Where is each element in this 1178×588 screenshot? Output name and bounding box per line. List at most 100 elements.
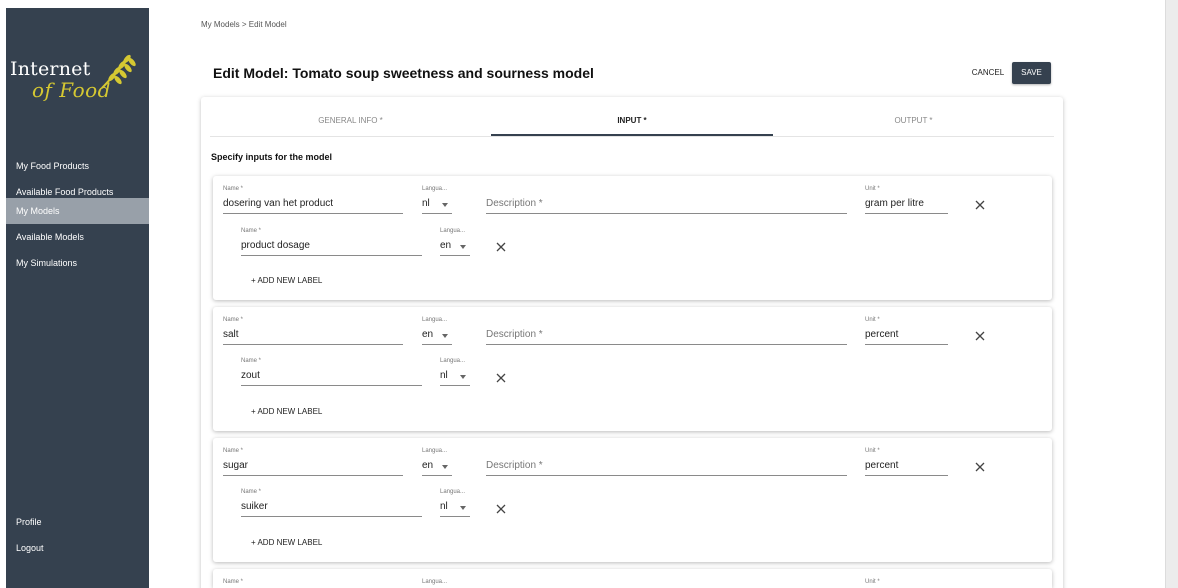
language-select[interactable]: Langua... en (422, 448, 452, 476)
wheat-icon (101, 54, 136, 89)
label-name-field[interactable]: Name * zout (241, 358, 422, 386)
label-language-select-label: Langua... (440, 358, 466, 364)
scrollbar-track[interactable] (1165, 0, 1178, 588)
add-new-label-button[interactable]: + ADD NEW LABEL (251, 538, 322, 547)
field-underline (223, 213, 403, 214)
sidebar-item-my-models[interactable]: My Models (6, 198, 149, 224)
label-name-field[interactable]: Name * product dosage (241, 228, 422, 256)
unit-field[interactable]: Unit * (865, 579, 948, 588)
name-field-label: Name * (223, 579, 244, 585)
description-field-placeholder: Description * (486, 460, 543, 471)
close-icon (496, 504, 506, 514)
label-language-select[interactable]: Langua... en (440, 228, 470, 256)
input-card: Name * dosering van het product Langua..… (213, 176, 1052, 300)
label-language-select[interactable]: Langua... nl (440, 489, 470, 517)
sidebar-item-profile[interactable]: Profile (6, 509, 149, 535)
close-icon (496, 373, 506, 383)
tab-output[interactable]: OUTPUT * (773, 108, 1054, 136)
unit-field[interactable]: Unit * percent (865, 317, 948, 345)
sidebar-item-label: Available Food Products (16, 187, 114, 197)
chevron-down-icon (460, 245, 466, 249)
sidebar-item-label: My Simulations (16, 258, 78, 268)
label-name-field-label: Name * (241, 358, 262, 364)
language-select-label: Langua... (422, 579, 448, 585)
label-language-select[interactable]: Langua... nl (440, 358, 470, 386)
field-underline (486, 344, 847, 345)
unit-field-label: Unit * (865, 186, 880, 192)
field-underline (241, 255, 422, 256)
field-underline (865, 213, 948, 214)
tab-general-info[interactable]: GENERAL INFO * (210, 108, 491, 136)
remove-label-button[interactable] (495, 503, 507, 515)
sidebar-item-label: My Models (16, 206, 60, 216)
tab-input[interactable]: INPUT * (491, 108, 773, 136)
unit-field-value: percent (865, 329, 899, 340)
name-field-label: Name * (223, 186, 244, 192)
sidebar-item-my-simulations[interactable]: My Simulations (6, 250, 149, 276)
chevron-down-icon (460, 375, 466, 379)
name-field-value: dosering van het product (223, 198, 334, 209)
field-underline (422, 344, 452, 345)
save-button[interactable]: SAVE (1012, 62, 1051, 84)
language-select-value: en (422, 329, 434, 340)
description-field[interactable]: Description * (486, 448, 847, 476)
unit-field-value: gram per litre (865, 198, 924, 209)
sidebar-item-label: Available Models (16, 232, 84, 242)
remove-input-button[interactable] (974, 461, 986, 473)
cancel-button[interactable]: CANCEL (966, 63, 1010, 83)
sidebar-item-my-food-products[interactable]: My Food Products (6, 153, 149, 179)
field-underline (440, 516, 470, 517)
label-language-select-label: Langua... (440, 228, 466, 234)
description-field-placeholder: Description * (486, 198, 543, 209)
field-underline (223, 475, 403, 476)
name-field[interactable]: Name * dosering van het product (223, 186, 403, 214)
name-field-label: Name * (223, 448, 244, 454)
chevron-down-icon (460, 506, 466, 510)
unit-field[interactable]: Unit * percent (865, 448, 948, 476)
language-select-value: en (422, 460, 434, 471)
label-name-field[interactable]: Name * suiker (241, 489, 422, 517)
field-underline (422, 475, 452, 476)
language-select-label: Langua... (422, 317, 448, 323)
description-field[interactable]: Description * (486, 186, 847, 214)
language-select[interactable]: Langua... en (422, 317, 452, 345)
label-language-select-value: nl (440, 370, 448, 381)
breadcrumb[interactable]: My Models > Edit Model (201, 20, 287, 29)
language-select[interactable]: Langua... nl (422, 186, 452, 214)
field-underline (223, 344, 403, 345)
unit-field-label: Unit * (865, 448, 880, 454)
remove-label-button[interactable] (495, 372, 507, 384)
language-select-value: nl (422, 198, 430, 209)
tabs-divider (210, 136, 1054, 137)
language-select[interactable]: Langua... (422, 579, 452, 588)
chevron-down-icon (442, 334, 448, 338)
field-underline (865, 344, 948, 345)
app-logo[interactable]: Internet of Food (6, 46, 149, 106)
field-underline (241, 385, 422, 386)
name-field[interactable]: Name * (223, 579, 403, 588)
label-name-field-value: zout (241, 370, 260, 381)
remove-input-button[interactable] (974, 199, 986, 211)
add-new-label-button[interactable]: + ADD NEW LABEL (251, 276, 322, 285)
name-field[interactable]: Name * salt (223, 317, 403, 345)
sidebar-item-label: Profile (16, 517, 42, 527)
language-select-label: Langua... (422, 448, 448, 454)
description-field[interactable]: Description * (486, 317, 847, 345)
sidebar-item-available-models[interactable]: Available Models (6, 224, 149, 250)
unit-field[interactable]: Unit * gram per litre (865, 186, 948, 214)
remove-label-button[interactable] (495, 241, 507, 253)
chevron-down-icon (442, 465, 448, 469)
name-field[interactable]: Name * sugar (223, 448, 403, 476)
unit-field-label: Unit * (865, 317, 880, 323)
field-underline (440, 255, 470, 256)
unit-field-value: percent (865, 460, 899, 471)
sidebar-item-label: Logout (16, 543, 44, 553)
remove-input-button[interactable] (974, 330, 986, 342)
field-underline (422, 213, 452, 214)
label-name-field-value: suiker (241, 501, 268, 512)
add-new-label-button[interactable]: + ADD NEW LABEL (251, 407, 322, 416)
field-underline (486, 475, 847, 476)
name-field-value: sugar (223, 460, 249, 471)
name-field-value: salt (223, 329, 239, 340)
sidebar-item-logout[interactable]: Logout (6, 535, 149, 561)
